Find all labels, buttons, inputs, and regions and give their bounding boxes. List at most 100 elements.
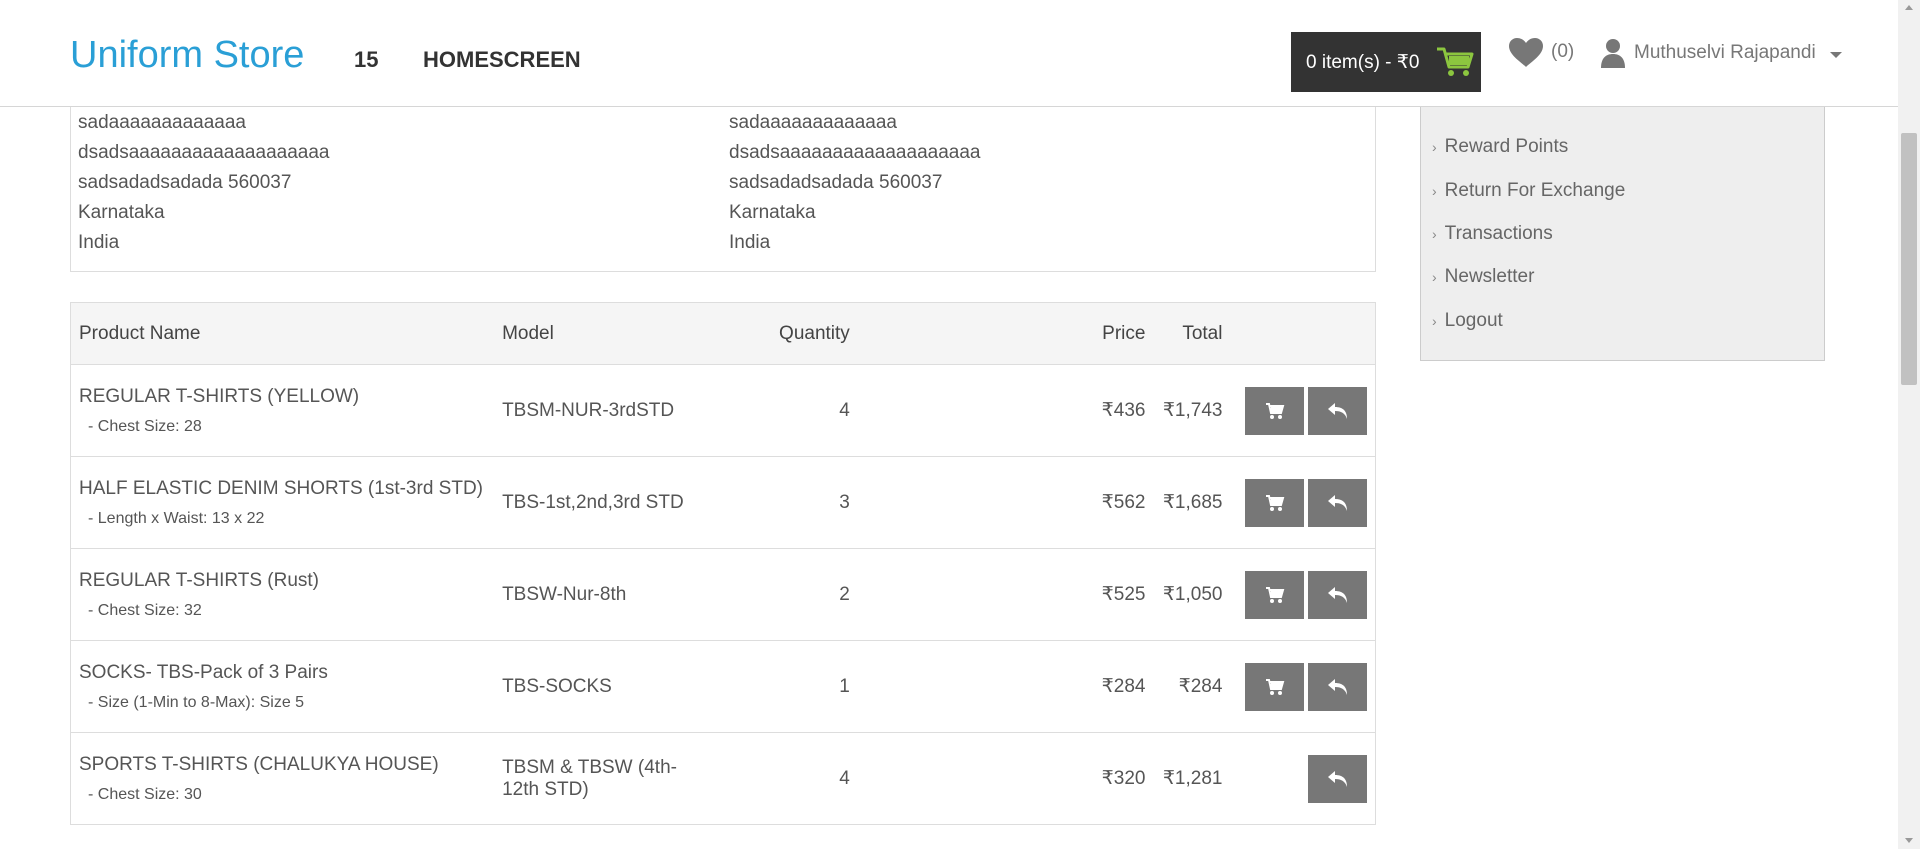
price-cell: ₹562	[857, 456, 1154, 549]
payment-address: sadaaaaaaaaaaaaa dsadsaaaaaaaaaaaaaaaaaa…	[78, 108, 329, 258]
address-line: dsadsaaaaaaaaaaaaaaaaaaa	[78, 142, 330, 163]
return-button[interactable]	[1308, 754, 1367, 803]
sidebar-item-reward-points[interactable]: › Reward Points	[1432, 136, 1568, 158]
table-header-row: Product Name Model Quantity Price Total	[70, 302, 1376, 365]
chevron-down-icon	[1829, 52, 1842, 58]
product-option: - Chest Size: 28	[88, 417, 202, 435]
reply-icon	[1327, 678, 1347, 695]
reorder-button[interactable]	[1245, 570, 1304, 619]
order-products-table: Product Name Model Quantity Price Total …	[70, 302, 1376, 825]
product-option: - Size (1-Min to 8-Max): Size 5	[88, 693, 305, 711]
price-cell: ₹525	[857, 548, 1154, 641]
total-cell: ₹284	[1153, 640, 1231, 733]
model-cell: TBS-SOCKS	[494, 640, 694, 733]
user-name: Muthuselvi Rajapandi	[1634, 42, 1816, 63]
address-line: India	[78, 232, 120, 253]
sidebar-item-label: Transactions	[1444, 223, 1553, 244]
sidebar-item-label: Newsletter	[1444, 266, 1535, 287]
product-cell: SPORTS T-SHIRTS (CHALUKYA HOUSE) - Chest …	[70, 732, 495, 825]
column-header-total: Total	[1153, 302, 1231, 365]
model-cell: TBSM & TBSW (4th-12th STD)	[494, 732, 694, 825]
reorder-button[interactable]	[1245, 386, 1304, 435]
total-cell: ₹1,743	[1153, 364, 1231, 457]
product-name: REGULAR T-SHIRTS (Rust)	[79, 569, 320, 591]
sidebar-item-transactions[interactable]: › Transactions	[1432, 223, 1553, 245]
chevron-right-icon: ›	[1432, 139, 1437, 155]
scroll-thumb[interactable]	[1901, 133, 1917, 385]
quantity-cell: 4	[693, 732, 858, 825]
actions-cell	[1230, 640, 1376, 733]
address-line: sadaaaaaaaaaaaaa	[729, 112, 898, 133]
column-header-price: Price	[857, 302, 1154, 365]
return-button[interactable]	[1308, 662, 1367, 711]
column-header-model: Model	[494, 302, 694, 365]
cart-icon	[1265, 494, 1284, 511]
cart-summary: 0 item(s) - ₹0	[1306, 51, 1420, 73]
heart-icon	[1509, 38, 1543, 67]
price-cell: ₹284	[857, 640, 1154, 733]
order-rows: REGULAR T-SHIRTS (YELLOW) - Chest Size: 2…	[70, 364, 1376, 825]
return-button[interactable]	[1308, 386, 1367, 435]
address-line: Karnataka	[729, 202, 816, 223]
model-cell: TBSM-NUR-3rdSTD	[494, 364, 694, 457]
sidebar-item-label: Logout	[1444, 310, 1503, 331]
sidebar-item-newsletter[interactable]: › Newsletter	[1432, 266, 1534, 288]
table-row: REGULAR T-SHIRTS (YELLOW) - Chest Size: 2…	[70, 364, 1376, 457]
shipping-address: sadaaaaaaaaaaaaa dsadsaaaaaaaaaaaaaaaaaa…	[729, 108, 980, 258]
chevron-right-icon: ›	[1432, 183, 1437, 199]
reorder-button[interactable]	[1245, 662, 1304, 711]
header-number[interactable]: 15	[354, 47, 378, 73]
sidebar-item-logout[interactable]: › Logout	[1432, 310, 1503, 332]
return-button[interactable]	[1308, 478, 1367, 527]
quantity-cell: 4	[693, 364, 858, 457]
wishlist-link[interactable]: (0)	[1507, 36, 1574, 68]
column-header-product: Product Name	[70, 302, 495, 365]
cart-icon	[1265, 586, 1284, 603]
quantity-cell: 2	[693, 548, 858, 641]
scroll-down-arrow-icon[interactable]	[1905, 838, 1913, 843]
total-cell: ₹1,281	[1153, 732, 1231, 825]
actions-cell	[1230, 732, 1376, 825]
cart-icon	[1265, 678, 1284, 695]
product-cell: REGULAR T-SHIRTS (Rust) - Chest Size: 32	[70, 548, 495, 641]
actions-cell	[1230, 364, 1376, 457]
product-name: SOCKS- TBS-Pack of 3 Pairs	[79, 661, 328, 683]
product-name: HALF ELASTIC DENIM SHORTS (1st-3rd STD)	[79, 477, 483, 499]
product-cell: REGULAR T-SHIRTS (YELLOW) - Chest Size: 2…	[70, 364, 495, 457]
product-name: REGULAR T-SHIRTS (YELLOW)	[79, 385, 360, 407]
sidebar-item-return-for-exchange[interactable]: › Return For Exchange	[1432, 180, 1625, 202]
quantity-cell: 1	[693, 640, 858, 733]
reply-icon	[1327, 402, 1347, 419]
address-line: sadaaaaaaaaaaaaa	[78, 112, 247, 133]
user-menu[interactable]: Muthuselvi Rajapandi	[1600, 38, 1842, 68]
column-header-quantity: Quantity	[693, 302, 858, 365]
address-line: India	[729, 232, 771, 253]
quantity-cell: 3	[693, 456, 858, 549]
actions-cell	[1230, 548, 1376, 641]
user-icon	[1601, 39, 1625, 68]
shopping-cart-icon	[1437, 47, 1474, 76]
product-option: - Length x Waist: 13 x 22	[88, 509, 265, 527]
total-cell: ₹1,050	[1153, 548, 1231, 641]
product-option: - Chest Size: 32	[88, 601, 202, 619]
reorder-button[interactable]	[1245, 478, 1304, 527]
reply-icon	[1327, 770, 1347, 787]
address-line: dsadsaaaaaaaaaaaaaaaaaaa	[729, 142, 981, 163]
cart-button[interactable]: 0 item(s) - ₹0	[1291, 32, 1481, 92]
price-cell: ₹436	[857, 364, 1154, 457]
table-row: SOCKS- TBS-Pack of 3 Pairs - Size (1-Min …	[70, 640, 1376, 733]
return-button[interactable]	[1308, 570, 1367, 619]
wishlist-count: (0)	[1551, 41, 1575, 62]
address-line: Karnataka	[78, 202, 165, 223]
address-line: sadsadadsadada 560037	[729, 172, 943, 193]
homescreen-link[interactable]: HOMESCREEN	[423, 47, 581, 73]
price-cell: ₹320	[857, 732, 1154, 825]
scroll-up-arrow-icon[interactable]	[1905, 5, 1913, 10]
table-row: SPORTS T-SHIRTS (CHALUKYA HOUSE) - Chest …	[70, 732, 1376, 825]
table-row: HALF ELASTIC DENIM SHORTS (1st-3rd STD) -…	[70, 456, 1376, 549]
product-cell: SOCKS- TBS-Pack of 3 Pairs - Size (1-Min …	[70, 640, 495, 733]
column-header-actions	[1230, 302, 1376, 365]
product-cell: HALF ELASTIC DENIM SHORTS (1st-3rd STD) -…	[70, 456, 495, 549]
brand-logo[interactable]: Uniform Store	[70, 34, 304, 77]
page-scrollbar[interactable]	[1898, 0, 1920, 849]
